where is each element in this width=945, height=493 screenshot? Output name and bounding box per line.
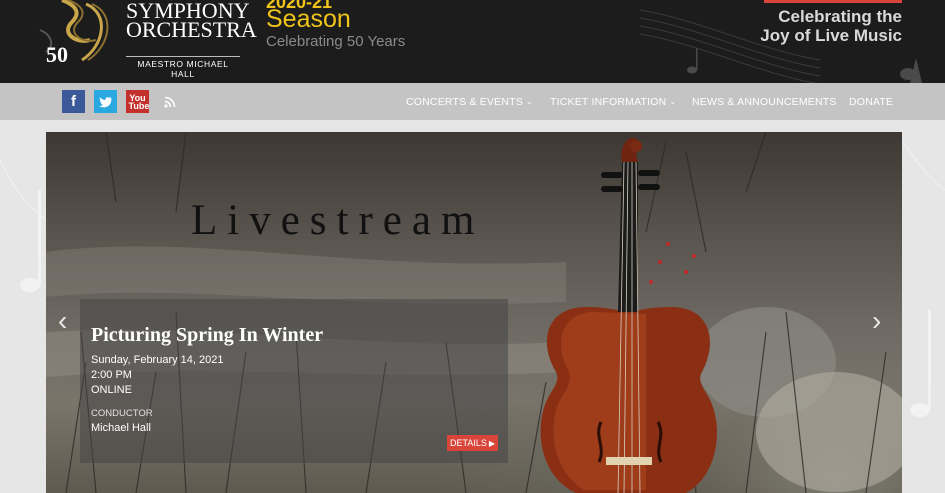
details-button[interactable]: DETAILS ▶ bbox=[447, 435, 498, 451]
chevron-left-icon[interactable]: ‹ bbox=[58, 307, 67, 335]
livestream-overlay-text: Livestream bbox=[191, 197, 485, 244]
season-subtitle: Celebrating 50 Years bbox=[266, 33, 406, 50]
details-label: DETAILS bbox=[450, 438, 487, 448]
nav-item-label: NEWS & ANNOUNCEMENTS bbox=[692, 95, 837, 108]
tagline-line1: Celebrating the bbox=[778, 7, 902, 26]
event-time: 2:00 PM bbox=[91, 369, 132, 381]
hero-slider: Livestream Picturing Spring In Winter Su… bbox=[46, 132, 902, 493]
youtube-icon[interactable]: You Tube bbox=[126, 90, 149, 113]
logo-50-mark bbox=[39, 0, 109, 62]
main-nav: f You Tube CONCERTS & EVENTS ⌄ TICKET INF… bbox=[0, 83, 945, 120]
event-title: Picturing Spring In Winter bbox=[91, 324, 324, 346]
event-caption-card: Picturing Spring In Winter Sunday, Febru… bbox=[80, 299, 508, 463]
site-header: 50 SYMPHONY ORCHESTRA MAESTRO MICHAEL HA… bbox=[0, 0, 945, 83]
nav-item-donate[interactable]: DONATE bbox=[849, 83, 893, 120]
twitter-bird-glyph bbox=[98, 96, 112, 107]
twitter-icon[interactable] bbox=[94, 90, 117, 113]
event-location: ONLINE bbox=[91, 384, 132, 396]
orchestra-logo[interactable]: 50 SYMPHONY ORCHESTRA MAESTRO MICHAEL HA… bbox=[20, 0, 257, 83]
nav-item-label: DONATE bbox=[849, 95, 894, 108]
tagline-line2: Joy of Live Music bbox=[760, 26, 902, 45]
nav-item-label: TICKET INFORMATION bbox=[550, 95, 667, 108]
facebook-icon[interactable]: f bbox=[62, 90, 85, 113]
logo-name-line2: ORCHESTRA bbox=[126, 17, 257, 42]
nav-item-news-announcements[interactable]: NEWS & ANNOUNCEMENTS bbox=[692, 83, 837, 120]
logo-number: 50 bbox=[46, 42, 68, 67]
nav-item-ticket-information[interactable]: TICKET INFORMATION ⌄ bbox=[550, 83, 676, 120]
tagline: Celebrating the Joy of Live Music bbox=[760, 7, 902, 45]
rss-icon[interactable] bbox=[158, 90, 181, 113]
conductor-label: CONDUCTOR bbox=[91, 408, 153, 419]
youtube-icon-label: You Tube bbox=[128, 92, 150, 111]
rss-glyph bbox=[163, 96, 175, 108]
chevron-down-icon: ⌄ bbox=[525, 97, 533, 106]
event-date: Sunday, February 14, 2021 bbox=[91, 354, 224, 366]
chevron-down-icon: ⌄ bbox=[669, 97, 677, 106]
conductor-name: Michael Hall bbox=[91, 422, 151, 434]
logo-maestro: MAESTRO MICHAEL HALL bbox=[126, 56, 240, 79]
chevron-right-icon[interactable]: › bbox=[872, 307, 881, 335]
nav-item-label: CONCERTS & EVENTS bbox=[406, 95, 523, 108]
nav-item-concerts-events[interactable]: CONCERTS & EVENTS ⌄ bbox=[406, 83, 533, 120]
caret-right-icon: ▶ bbox=[488, 438, 495, 448]
season-title: Season bbox=[266, 5, 351, 33]
